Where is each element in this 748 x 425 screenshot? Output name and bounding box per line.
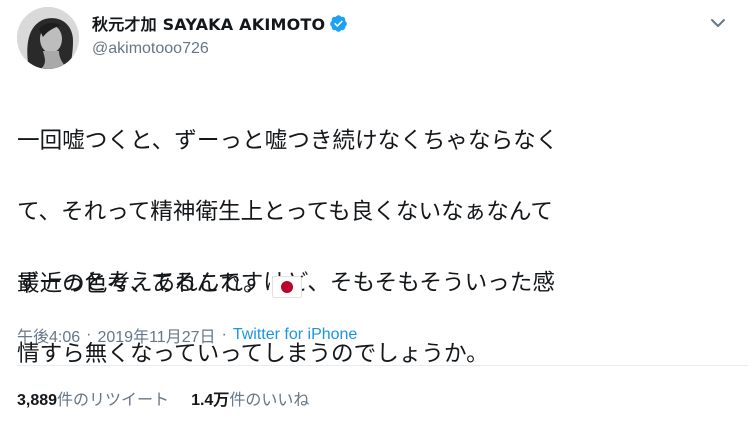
tweet-card: 秋元才加 SAYAKA AKIMOTO @akimotooo726 一回嘘つくと… — [0, 0, 748, 425]
tweet-date[interactable]: 2019年11月27日 — [97, 323, 215, 347]
divider — [17, 365, 748, 366]
tweet-closing-line: 最近の色々、あれこれ。 — [17, 267, 302, 302]
likes-label: 件のいいね — [229, 392, 310, 409]
tweet-text-line: 一回嘘つくと、ずーっと嘘つき続けなくちゃならなく — [17, 127, 559, 154]
avatar-image — [17, 7, 79, 69]
tweet-body: 一回嘘つくと、ずーっと嘘つき続けなくちゃならなく て、それって精神衛生上とっても… — [17, 88, 742, 408]
retweets-label: 件のリツイート — [57, 392, 170, 409]
tweet-meta: 午後4:06 · 2019年11月27日 · Twitter for iPhon… — [17, 323, 357, 347]
chevron-down-icon[interactable] — [710, 14, 726, 27]
meta-separator: · — [221, 326, 227, 343]
likes-count: 1.4万 — [191, 392, 230, 409]
display-name-row: 秋元才加 SAYAKA AKIMOTO — [92, 12, 348, 34]
likes-stat[interactable]: 1.4万 件のいいね — [191, 386, 309, 410]
retweets-stat[interactable]: 3,889 件のリツイート — [17, 386, 169, 410]
tweet-text-line: て、それって精神衛生上とっても良くないなぁなんて — [17, 198, 553, 225]
japan-flag-icon — [271, 274, 302, 298]
tweet-source-link[interactable]: Twitter for iPhone — [233, 326, 358, 344]
retweets-count: 3,889 — [17, 392, 58, 409]
user-handle[interactable]: @akimotooo726 — [92, 40, 348, 58]
tweet-closing-text: 最近の色々、あれこれ。 — [17, 271, 266, 297]
tweet-stats: 3,889 件のリツイート 1.4万 件のいいね — [17, 386, 309, 410]
meta-separator: · — [86, 326, 92, 343]
tweet-time[interactable]: 午後4:06 — [17, 323, 80, 347]
display-name[interactable]: 秋元才加 SAYAKA AKIMOTO — [92, 11, 325, 35]
user-info: 秋元才加 SAYAKA AKIMOTO @akimotooo726 — [92, 12, 348, 58]
verified-badge-icon — [329, 14, 348, 33]
avatar[interactable] — [17, 7, 79, 69]
